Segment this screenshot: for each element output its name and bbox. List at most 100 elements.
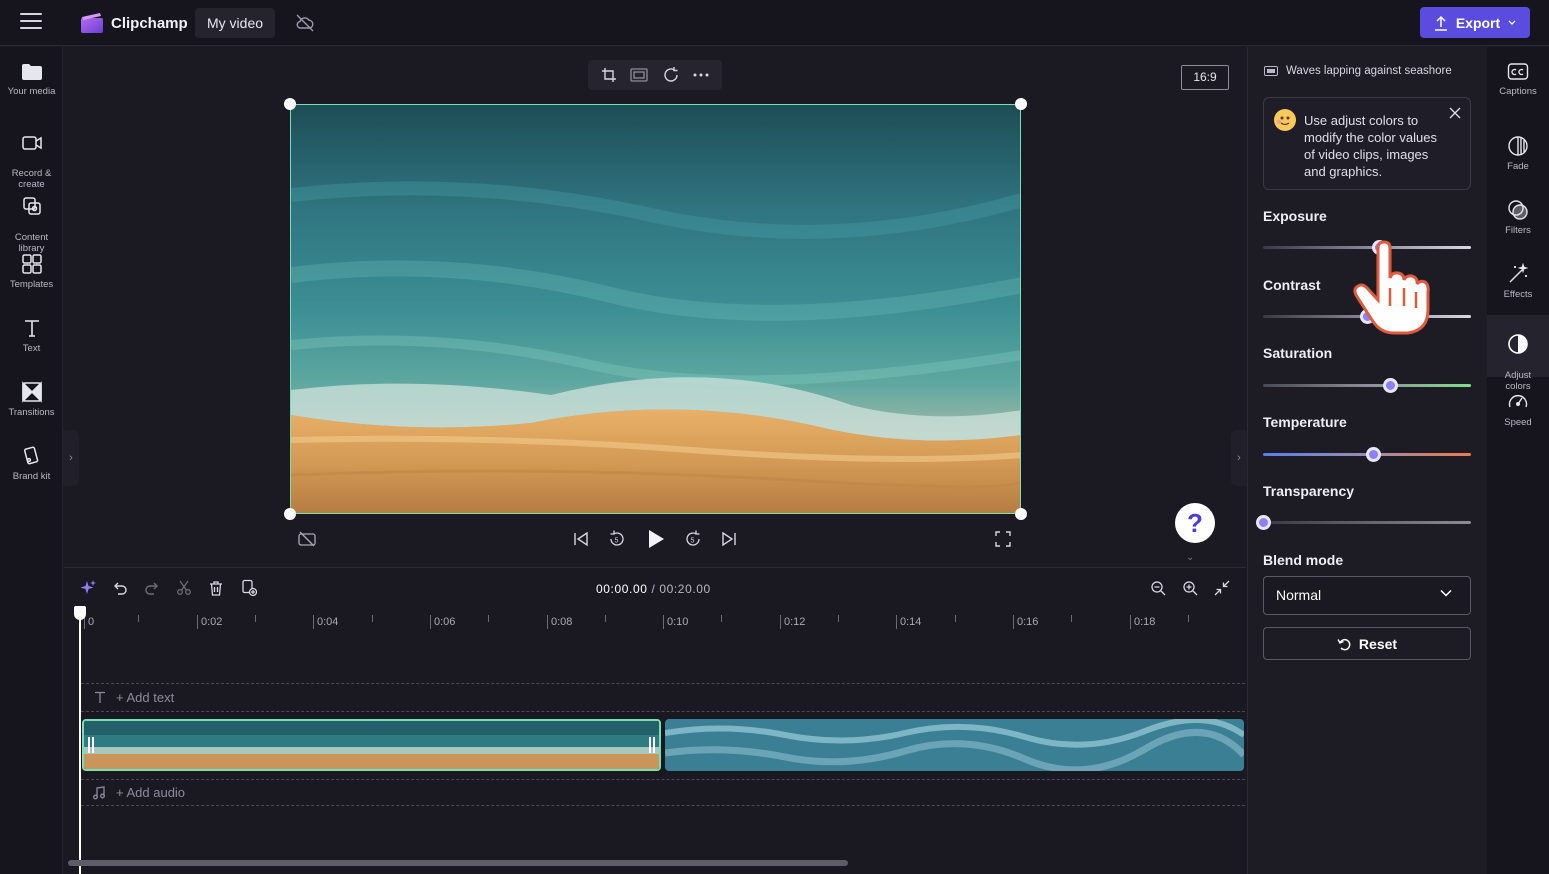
aspect-ratio-button[interactable]: 16:9 [1181,65,1229,90]
saturation-label: Saturation [1263,345,1333,361]
reset-button[interactable]: Reset [1263,627,1471,660]
sidebar-item-fade[interactable]: Fade [1487,135,1549,172]
video-clip-ocean[interactable] [665,719,1244,771]
clipchamp-logo-icon [81,13,103,33]
skip-to-end-button[interactable] [718,528,740,550]
sidebar-item-record-create[interactable]: Record & create [0,122,63,190]
menu-icon[interactable] [20,13,42,31]
expand-left-panel-button[interactable]: › [63,430,79,486]
sidebar-item-adjust-colors[interactable]: Adjust colors [1487,315,1549,392]
saturation-slider[interactable] [1263,378,1471,393]
zoom-in-button[interactable] [1180,578,1200,598]
fit-timeline-button[interactable] [1212,578,1232,598]
sidebar-item-your-media[interactable]: Your media [0,62,63,97]
clip-trim-handle-left[interactable] [88,737,94,753]
zoom-out-button[interactable] [1148,578,1168,598]
crop-icon[interactable] [601,67,617,83]
rewind-5s-button[interactable]: 5 [606,528,628,550]
ruler-tick: 0:14 [896,615,921,629]
redo-icon [145,582,158,595]
time-ruler[interactable]: 0 0:02 0:04 0:06 0:08 0:10 0:12 0:14 0:1… [80,612,1246,632]
export-button[interactable]: Export [1420,7,1530,38]
duplicate-button[interactable] [239,578,259,598]
blend-mode-select[interactable]: Normal [1263,576,1471,615]
adjust-colors-icon [1508,334,1528,354]
help-button[interactable]: ? [1175,503,1215,543]
brand-kit-icon [23,446,38,465]
hide-preview-button[interactable] [296,528,318,550]
reset-label: Reset [1358,635,1398,652]
sidebar-item-speed[interactable]: Speed [1487,391,1549,428]
ocean-beach-image [291,105,1020,513]
transparency-slider-thumb[interactable] [1256,515,1271,530]
split-button[interactable] [174,578,194,598]
add-text-label[interactable]: + Add text [116,690,174,705]
sidebar-item-text[interactable]: Text [0,317,63,354]
skip-forward-icon [722,531,736,547]
ruler-minor-tick [838,615,839,622]
saturation-slider-thumb[interactable] [1382,378,1398,393]
close-icon[interactable] [1448,106,1462,120]
fade-icon [1508,136,1528,156]
temperature-slider-thumb[interactable] [1366,447,1382,462]
resize-handle-bottom-right[interactable] [1015,508,1027,520]
sidebar-item-content-library[interactable]: Content library [0,184,63,254]
resize-handle-top-left[interactable] [284,98,296,110]
video-preview[interactable] [290,104,1021,514]
text-track[interactable]: + Add text [81,683,1245,712]
timeline-horizontal-scrollbar[interactable] [68,860,848,866]
temperature-slider[interactable] [1263,447,1471,462]
video-clip-beach[interactable] [82,719,661,771]
sidebar-item-label: Templates [9,279,54,290]
transparency-slider[interactable] [1256,515,1471,530]
playhead-handle[interactable] [74,606,86,620]
clipchamp-editor: Clipchamp My video Export Your media Rec… [0,0,1549,874]
sidebar-item-brand-kit[interactable]: Brand kit [0,445,63,482]
undo-button[interactable] [110,578,130,598]
resize-handle-bottom-left[interactable] [284,508,296,520]
fit-icon[interactable] [630,68,648,82]
folder-icon [21,64,42,80]
project-name-field[interactable]: My video [195,8,276,38]
rotate-icon[interactable] [662,66,680,84]
clip-trim-handle-right[interactable] [649,737,655,753]
forward-5s-button[interactable]: 5 [682,528,704,550]
sidebar-item-label: Adjust colors [1504,370,1532,392]
redo-button[interactable] [142,578,162,598]
upload-icon [1434,15,1447,31]
ruler-tick: 0:04 [313,615,338,629]
fullscreen-button[interactable] [992,528,1014,550]
brand-name: Clipchamp [111,15,188,32]
temperature-label: Temperature [1263,414,1347,430]
play-icon [649,530,664,548]
add-audio-label[interactable]: + Add audio [116,785,185,800]
magic-wand-icon [1509,263,1529,283]
play-button[interactable] [645,528,667,550]
resize-handle-top-right[interactable] [1015,98,1027,110]
collapse-right-panel-button[interactable]: › [1231,430,1247,486]
current-time: 00:00.00 [596,582,648,596]
ai-magic-button[interactable] [78,578,98,598]
delete-button[interactable] [206,578,226,598]
sidebar-item-templates[interactable]: Templates [0,253,63,290]
right-sidebar: Captions Fade Filters Effects Adjust col… [1487,47,1549,874]
sidebar-item-transitions[interactable]: Transitions [0,381,63,418]
templates-icon [21,254,42,274]
sidebar-item-captions[interactable]: Captions [1487,62,1549,97]
sidebar-item-effects[interactable]: Effects [1487,263,1549,300]
scissors-icon [177,580,191,595]
chevron-down-icon [1508,20,1516,25]
more-options-icon[interactable] [693,73,709,77]
chevron-down-icon[interactable]: ⌄ [1186,552,1194,563]
sidebar-item-label: Content library [14,232,49,254]
skip-to-start-button[interactable] [570,528,592,550]
sidebar-item-label: Fade [1507,161,1529,172]
sidebar-item-filters[interactable]: Filters [1487,199,1549,236]
cloud-off-icon[interactable] [294,12,316,34]
audio-track[interactable]: + Add audio [81,779,1245,806]
text-icon [24,320,39,337]
svg-text:5: 5 [615,538,619,545]
filters-icon [1508,200,1528,220]
tip-card: Use adjust colors to modify the color va… [1263,97,1471,190]
library-icon [22,197,41,215]
